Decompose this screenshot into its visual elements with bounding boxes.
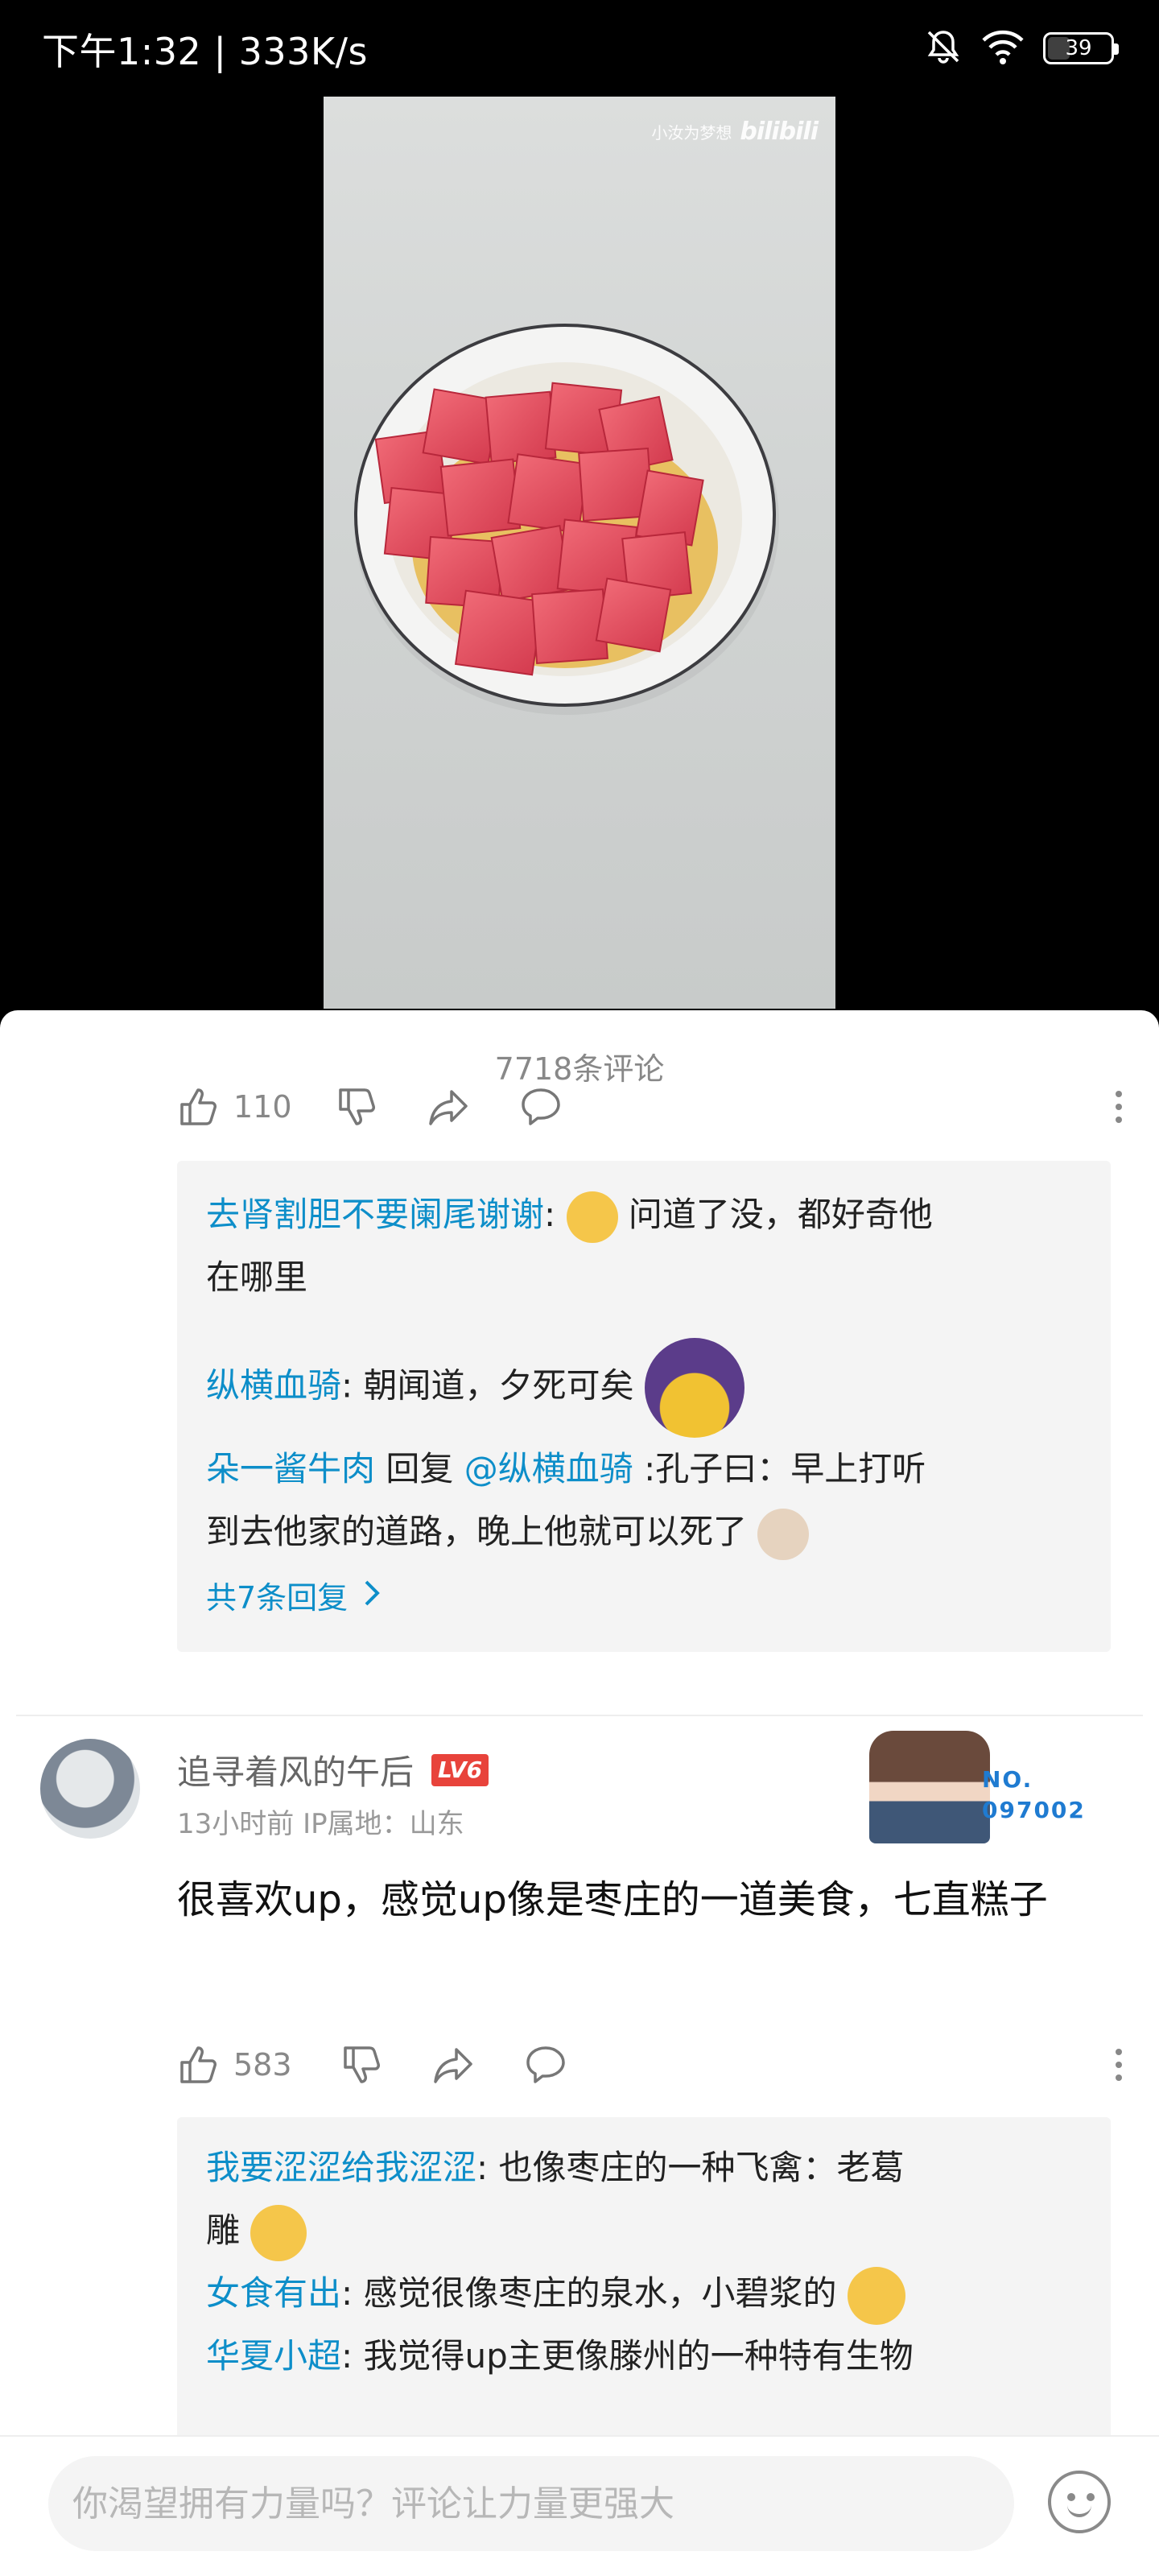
battery-icon: 39 <box>1043 32 1119 64</box>
reply-text-cont: 到去他家的道路，晚上他就可以死了 <box>206 1501 1082 1563</box>
reply-username[interactable]: 女食有出 <box>206 2273 341 2313</box>
fan-badge-number: NO. 097002 <box>982 1765 1086 1826</box>
reply-item[interactable]: 华夏小超: 我觉得up主更像滕州的一种特有生物 <box>206 2325 1082 2388</box>
reply-item[interactable]: 去肾割胆不要阑尾谢谢: 问道了没，都好奇他 <box>206 1183 1082 1246</box>
comment-user[interactable]: 追寻着风的午后 LV6 <box>177 1745 489 1794</box>
chevron-right-icon <box>362 1567 382 1629</box>
reply-sep: : <box>341 2273 353 2313</box>
cat-emoji-icon <box>566 1191 618 1243</box>
reply-text: 到去他家的道路，晚上他就可以死了 <box>206 1512 748 1551</box>
wifi-icon <box>980 27 1025 69</box>
reply-sep: : <box>341 1365 353 1406</box>
first-like-count: 110 <box>233 1089 292 1125</box>
more-replies-label: 共7条回复 <box>206 1580 349 1616</box>
yawn-emoji-icon <box>644 1338 744 1438</box>
reply-text-cont: 雕 <box>206 2199 1082 2262</box>
reply-username[interactable]: 去肾割胆不要阑尾谢谢 <box>206 1195 544 1234</box>
reply-text: 我觉得up主更像滕州的一种特有生物 <box>363 2336 914 2376</box>
avatar[interactable] <box>40 1739 140 1839</box>
reply-item[interactable]: 朵一酱牛肉 回复 @纵横血骑 :孔子曰：早上打听 <box>206 1438 1082 1501</box>
watermelon-bowl-image <box>354 324 779 715</box>
fan-badge: NO. 097002 <box>861 1731 1103 1843</box>
comment-meta: 13小时前 IP属地：山东 <box>177 1808 464 1840</box>
video-frame[interactable]: 小汝为梦想 bilibili <box>324 97 835 1009</box>
share-icon[interactable] <box>427 1085 471 1129</box>
reply-sep: : <box>544 1195 556 1234</box>
first-reply-box: 去肾割胆不要阑尾谢谢: 问道了没，都好奇他 在哪里 纵横血骑: 朝闻道，夕死可矣… <box>177 1161 1111 1652</box>
shock-emoji-icon <box>847 2266 905 2325</box>
second-comment-actions: 583 <box>177 2041 567 2089</box>
status-left: 下午1:32 | 333K/s <box>42 23 368 76</box>
reply-text: 也像枣庄的一种飞禽：老葛 <box>498 2148 905 2187</box>
reply-item[interactable]: 纵横血骑: 朝闻道，夕死可矣 <box>206 1338 1082 1438</box>
reply-text: 雕 <box>206 2211 241 2250</box>
thumb-down-icon[interactable] <box>336 1085 379 1129</box>
reply-sep: : <box>341 2336 353 2376</box>
second-reply-box: 我要涩涩给我涩涩: 也像枣庄的一种飞禽：老葛 雕 女食有出: 感觉很像枣庄的泉水… <box>177 2117 1111 2447</box>
thumb-up-icon[interactable] <box>177 2043 221 2087</box>
reply-sep: : <box>476 2148 489 2187</box>
battery-level: 39 <box>1065 36 1092 60</box>
reply-bubble-icon[interactable] <box>524 2043 567 2087</box>
comment-username[interactable]: 追寻着风的午后 <box>177 1745 414 1794</box>
status-net-speed: 333K/s <box>238 30 368 73</box>
fan-badge-character-icon <box>869 1731 990 1843</box>
reply-username[interactable]: 纵横血骑 <box>206 1366 341 1406</box>
reply-text: 朝闻道，夕死可矣 <box>363 1365 634 1406</box>
reply-text: 问道了没，都好奇他 <box>628 1195 933 1234</box>
more-vertical-icon[interactable] <box>1111 1083 1127 1131</box>
reply-username[interactable]: 华夏小超 <box>206 2336 341 2376</box>
status-bar: 下午1:32 | 333K/s 39 <box>0 0 1159 97</box>
more-replies-link[interactable]: 共7条回复 <box>206 1567 1082 1629</box>
flower-emoji-icon <box>250 2204 307 2261</box>
thumb-down-icon[interactable] <box>340 2043 384 2087</box>
reply-username[interactable]: 我要涩涩给我涩涩 <box>206 2148 476 2187</box>
reply-mention[interactable]: @纵横血骑 <box>464 1449 633 1488</box>
comment-input[interactable] <box>48 2456 1014 2551</box>
level-badge: LV6 <box>431 1753 489 1786</box>
fan-badge-no: NO. <box>982 1766 1033 1793</box>
reply-bubble-icon[interactable] <box>519 1085 563 1129</box>
watermark-text: 小汝为梦想 <box>651 123 732 142</box>
more-vertical-icon[interactable] <box>1111 2041 1127 2089</box>
status-separator: | <box>213 30 227 73</box>
reply-item[interactable]: 我要涩涩给我涩涩: 也像枣庄的一种飞禽：老葛 <box>206 2136 1082 2199</box>
dog-emoji-icon <box>757 1508 810 1560</box>
video-player[interactable]: 小汝为梦想 bilibili <box>0 97 1159 1010</box>
video-watermark: 小汝为梦想 bilibili <box>651 118 819 146</box>
reply-item[interactable]: 女食有出: 感觉很像枣庄的泉水，小碧浆的 <box>206 2262 1082 2325</box>
share-icon[interactable] <box>432 2043 476 2087</box>
status-time: 下午1:32 <box>42 30 202 73</box>
reply-text: :孔子曰：早上打听 <box>644 1449 926 1488</box>
reply-word: 回复 <box>386 1449 454 1488</box>
first-comment-actions: 110 <box>177 1083 563 1131</box>
comment-input-bar <box>0 2435 1159 2576</box>
reply-text-cont: 在哪里 <box>206 1257 308 1297</box>
comment-divider <box>16 1715 1143 1716</box>
status-right: 39 <box>924 27 1119 69</box>
reply-username[interactable]: 朵一酱牛肉 <box>206 1449 375 1488</box>
comment-text: 很喜欢up，感觉up像是枣庄的一道美食，七直糕子 <box>177 1877 1048 1922</box>
thumb-up-icon[interactable] <box>177 1085 221 1129</box>
fan-badge-id: 097002 <box>982 1797 1086 1823</box>
emoji-face-icon[interactable] <box>1048 2471 1111 2533</box>
second-like-count: 583 <box>233 2047 292 2083</box>
reply-text: 感觉很像枣庄的泉水，小碧浆的 <box>363 2273 837 2313</box>
mute-bell-icon <box>924 27 963 69</box>
comment-count-title: 7718条评论 <box>494 1051 665 1087</box>
bilibili-logo: bilibili <box>740 118 819 146</box>
